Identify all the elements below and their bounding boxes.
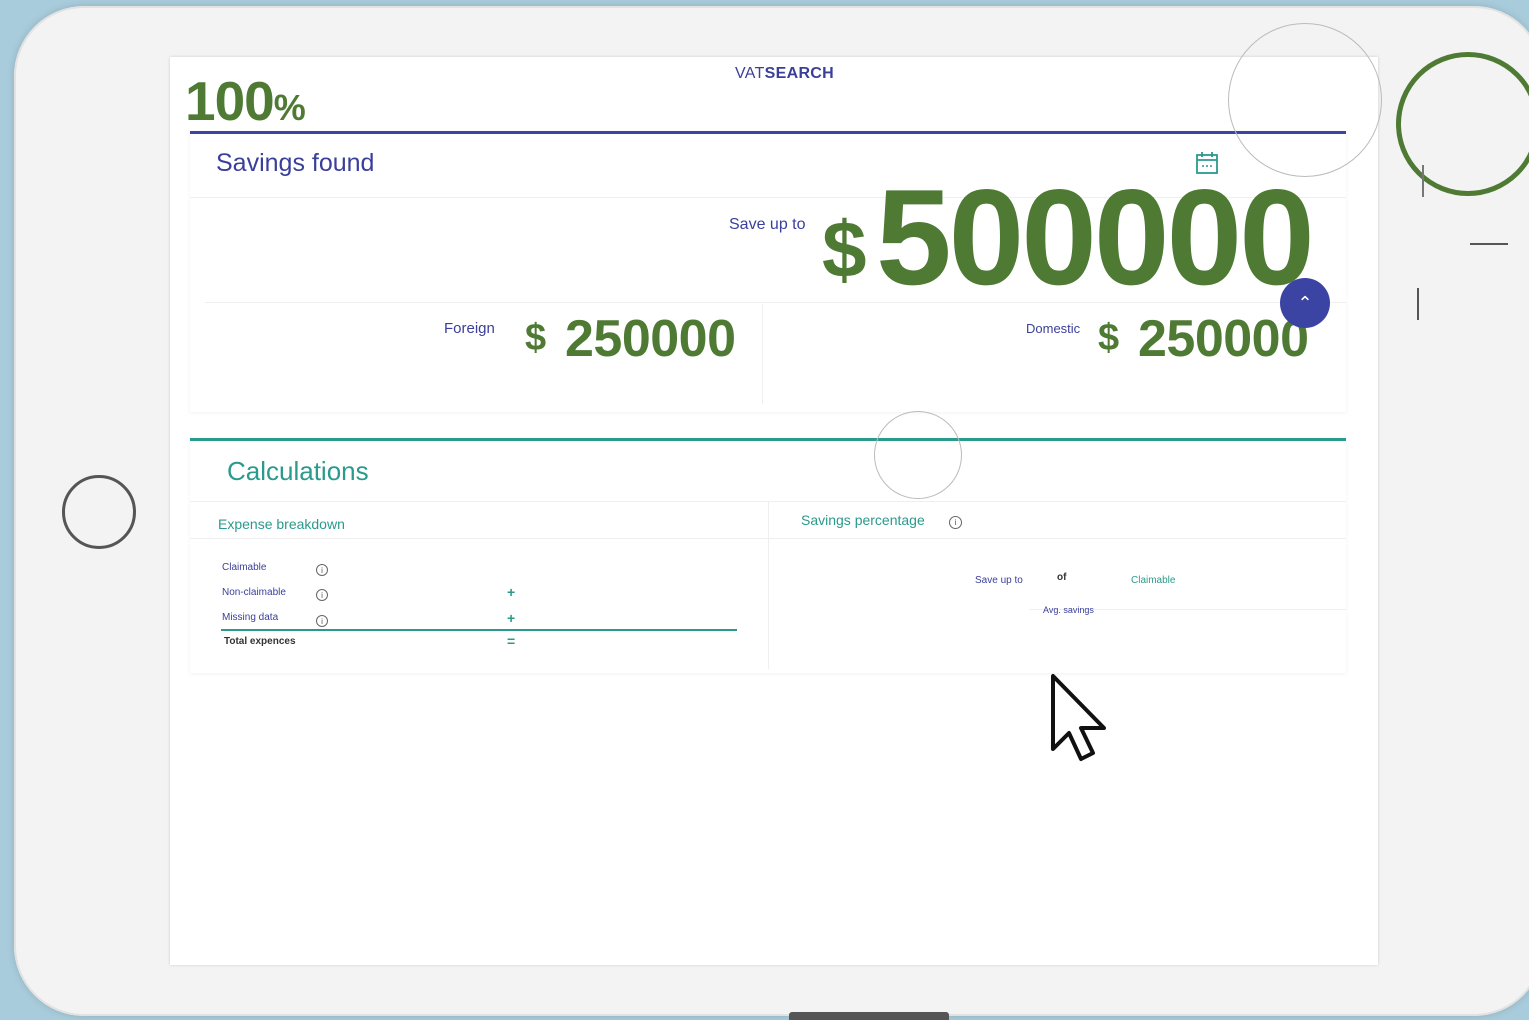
avg-savings-label: Avg. savings <box>1043 605 1094 615</box>
savings-card: Savings found Save up to $ 500000 Foreig… <box>190 131 1346 412</box>
total-savings-amount: 500000 <box>876 161 1315 313</box>
decorative-line <box>1422 165 1424 197</box>
collapse-button[interactable]: ⌃ <box>1280 278 1330 328</box>
home-button[interactable] <box>62 475 136 549</box>
brand-prefix: VAT <box>735 65 765 82</box>
foreign-currency: $ <box>525 317 547 359</box>
non-claimable-label: Non-claimable <box>222 587 286 598</box>
divider <box>205 302 1346 303</box>
brand-name: SEARCH <box>764 65 835 82</box>
claimable-small: Claimable <box>1131 575 1176 586</box>
domestic-label: Domestic <box>1026 321 1081 336</box>
calculations-card: Calculations Expense breakdown Claimable… <box>190 438 1346 673</box>
total-currency: $ <box>822 205 867 294</box>
brand-logo: VATSEARCH <box>735 65 834 83</box>
completion-percent: 100% <box>185 69 306 133</box>
missing-data-label: Missing data <box>222 612 279 623</box>
divider <box>768 538 1346 539</box>
claimable-label: Claimable <box>222 562 267 573</box>
decorative-line <box>1470 243 1508 245</box>
info-icon[interactable]: i <box>316 589 328 601</box>
total-expenses-label: Total expences <box>224 636 296 647</box>
info-icon[interactable]: i <box>316 615 328 627</box>
expense-breakdown-title: Expense breakdown <box>218 516 345 532</box>
savings-percentage-title: Savings percentage <box>801 512 925 528</box>
save-up-to-label: Save up to <box>729 216 806 233</box>
divider <box>762 304 763 404</box>
calculations-title: Calculations <box>227 456 369 486</box>
save-up-to-small: Save up to <box>975 575 1023 586</box>
divider <box>190 538 768 539</box>
equals-operator: = <box>507 633 516 649</box>
sum-rule <box>221 629 737 631</box>
info-icon[interactable]: i <box>949 516 962 529</box>
info-icon[interactable]: i <box>316 564 328 576</box>
chevron-up-icon: ⌃ <box>1297 293 1313 313</box>
foreign-amount: 250000 <box>565 310 736 368</box>
plus-operator: + <box>507 610 516 626</box>
completion-sign: % <box>273 87 306 128</box>
plus-operator: + <box>507 584 516 600</box>
foreign-label: Foreign <box>444 320 495 337</box>
savings-title: Savings found <box>216 149 375 177</box>
app-screen: 100% VATSEARCH Savings found Save up to … <box>170 23 1382 965</box>
of-label: of <box>1057 572 1067 583</box>
completion-value: 100 <box>185 70 275 132</box>
domestic-amount: 250000 <box>1138 310 1309 368</box>
mouse-cursor-icon <box>1051 674 1106 761</box>
device-edge <box>789 1012 949 1020</box>
divider <box>768 501 769 669</box>
decorative-line <box>1417 288 1419 320</box>
domestic-currency: $ <box>1098 317 1120 359</box>
